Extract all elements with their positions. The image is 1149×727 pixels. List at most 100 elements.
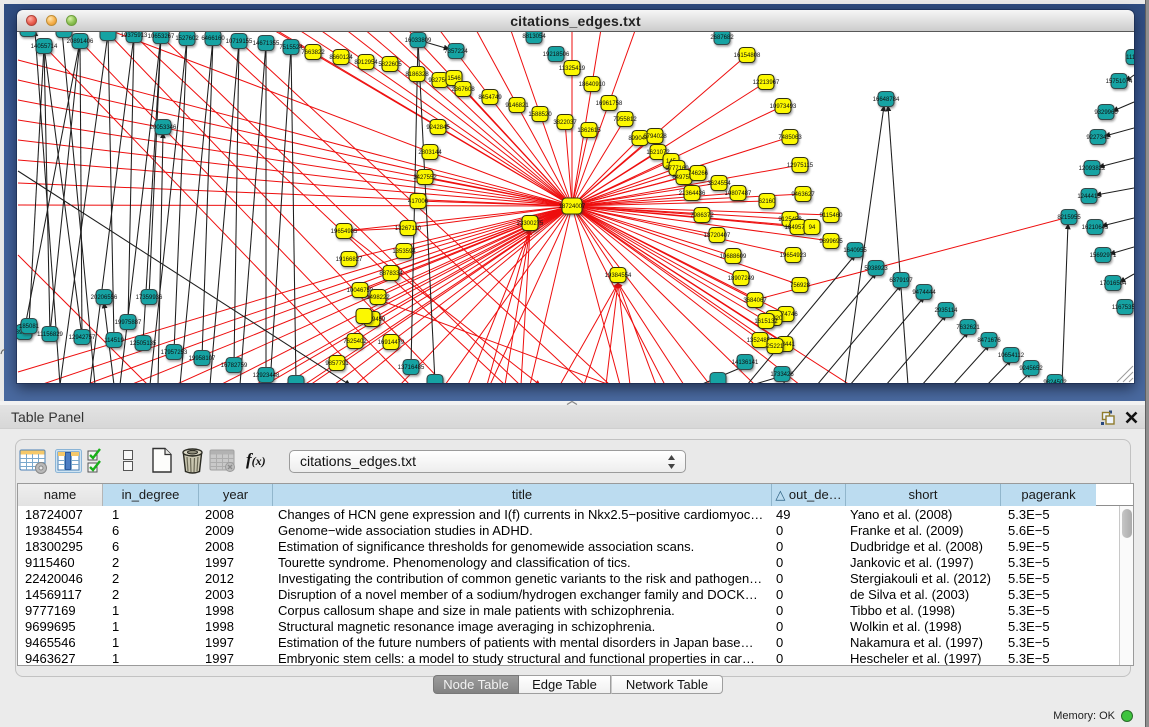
svg-text:8215955: 8215955	[1057, 215, 1081, 221]
svg-text:6794028: 6794028	[643, 134, 667, 140]
svg-text:3684067: 3684067	[743, 298, 767, 304]
svg-text:18724007: 18724007	[559, 204, 586, 210]
svg-text:2803144: 2803144	[418, 150, 442, 156]
svg-text:20891406: 20891406	[67, 39, 94, 45]
svg-text:14136141: 14136141	[732, 360, 759, 366]
svg-text:1527602: 1527602	[175, 36, 199, 42]
svg-text:16648784: 16648784	[873, 97, 900, 103]
svg-text:19384554: 19384554	[605, 273, 632, 279]
svg-text:1362615: 1362615	[577, 128, 601, 134]
svg-text:17957253: 17957253	[161, 350, 188, 356]
svg-text:2687682: 2687682	[710, 35, 734, 41]
svg-text:19375913: 19375913	[121, 33, 148, 39]
svg-text:94: 94	[809, 225, 816, 231]
svg-text:5822605: 5822605	[378, 62, 402, 68]
svg-text:9115460: 9115460	[820, 213, 844, 219]
svg-text:16782759: 16782759	[221, 363, 248, 369]
svg-text:14671355: 14671355	[253, 41, 280, 47]
svg-text:11123: 11123	[1126, 55, 1134, 61]
svg-text:9242845: 9242845	[426, 125, 450, 131]
svg-text:16210643: 16210643	[1082, 225, 1109, 231]
svg-text:1353594: 1353594	[392, 249, 416, 255]
svg-text:13267110: 13267110	[395, 226, 422, 232]
svg-text:7663822: 7663822	[301, 50, 325, 56]
svg-text:10653267: 10653267	[148, 34, 175, 40]
svg-text:8186328: 8186328	[405, 72, 429, 78]
svg-text:11156829: 11156829	[37, 332, 63, 338]
svg-text:9463627: 9463627	[791, 192, 815, 198]
svg-text:11675352: 11675352	[1112, 305, 1134, 311]
svg-text:17359936: 17359936	[136, 295, 163, 301]
svg-text:746266: 746266	[688, 171, 709, 177]
svg-text:8912954: 8912954	[354, 60, 378, 66]
svg-text:10719155: 10719155	[226, 39, 253, 45]
svg-text:2935114: 2935114	[935, 308, 959, 314]
svg-text:10807487: 10807487	[725, 191, 752, 197]
svg-text:8813054: 8813054	[522, 34, 546, 40]
svg-text:25221: 25221	[767, 344, 784, 350]
svg-text:15692971: 15692971	[1090, 253, 1117, 259]
svg-text:7986372: 7986372	[690, 213, 714, 219]
svg-text:12505135: 12505135	[130, 341, 157, 347]
svg-text:7632621: 7632621	[956, 325, 980, 331]
svg-text:3822037: 3822037	[553, 120, 577, 126]
svg-text:12975115: 12975115	[787, 163, 814, 169]
svg-text:9899695: 9899695	[819, 239, 843, 245]
svg-text:20206556: 20206556	[91, 295, 118, 301]
svg-text:16914479: 16914479	[378, 340, 405, 346]
svg-text:9824502: 9824502	[1043, 380, 1067, 383]
svg-text:114519: 114519	[104, 338, 124, 344]
svg-text:6379197: 6379197	[889, 278, 913, 284]
svg-text:17016504: 17016504	[1100, 281, 1127, 287]
svg-text:8471676: 8471676	[977, 338, 1001, 344]
svg-text:19958107: 19958107	[189, 356, 216, 362]
svg-text:9245652: 9245652	[1019, 366, 1043, 372]
svg-text:8878334: 8878334	[379, 271, 403, 277]
svg-text:1640955: 1640955	[843, 248, 867, 254]
svg-text:9146821: 9146821	[505, 103, 529, 109]
svg-text:8660124: 8660124	[329, 55, 353, 61]
svg-text:7955812: 7955812	[613, 117, 637, 123]
svg-text:9474444: 9474444	[912, 290, 936, 296]
svg-text:9857791: 9857791	[325, 361, 349, 367]
svg-text:5938923: 5938923	[864, 266, 888, 272]
svg-text:1498222: 1498222	[366, 295, 390, 301]
svg-text:19654923: 19654923	[780, 253, 807, 259]
svg-text:16961758: 16961758	[596, 101, 623, 107]
svg-text:19218506: 19218506	[543, 52, 570, 58]
svg-text:9227342: 9227342	[1086, 135, 1110, 141]
svg-text:11325419: 11325419	[559, 66, 586, 72]
svg-text:23300275: 23300275	[517, 221, 544, 227]
svg-text:12213967: 12213967	[753, 80, 780, 86]
svg-text:7485063: 7485063	[778, 135, 802, 141]
svg-text:21364436: 21364436	[679, 191, 706, 197]
svg-text:3624554: 3624554	[707, 181, 731, 187]
svg-text:19166827: 19166827	[336, 257, 363, 263]
svg-text:12923448: 12923448	[253, 373, 280, 379]
svg-text:2367608: 2367608	[451, 87, 475, 93]
svg-text:6466160: 6466160	[201, 36, 225, 42]
svg-text:13716485: 13716485	[398, 365, 425, 371]
svg-text:62160: 62160	[759, 199, 776, 205]
svg-text:14055714: 14055714	[31, 44, 58, 50]
svg-text:18907249: 18907249	[728, 276, 755, 282]
svg-text:7357224: 7357224	[444, 49, 468, 55]
svg-text:12942757: 12942757	[69, 335, 96, 341]
svg-text:10654112: 10654112	[998, 353, 1025, 359]
svg-text:1733426: 1733426	[770, 372, 794, 378]
svg-text:7625402: 7625402	[343, 339, 367, 345]
svg-text:18640910: 18640910	[579, 82, 606, 88]
svg-text:20053346: 20053346	[150, 125, 177, 131]
svg-text:18720407: 18720407	[704, 233, 731, 239]
svg-text:417006: 417006	[408, 199, 429, 205]
svg-text:7515524: 7515524	[279, 45, 303, 51]
svg-text:10973493: 10973493	[770, 104, 797, 110]
svg-text:1244415: 1244415	[1077, 194, 1101, 200]
svg-text:16033809: 16033809	[405, 38, 432, 44]
svg-text:1615132: 1615132	[754, 319, 778, 325]
svg-text:19654985: 19654985	[331, 229, 358, 235]
svg-text:756928: 756928	[790, 283, 811, 289]
svg-text:19975887: 19975887	[115, 320, 142, 326]
svg-text:8454749: 8454749	[478, 95, 502, 101]
svg-text:10688609: 10688609	[720, 254, 747, 260]
